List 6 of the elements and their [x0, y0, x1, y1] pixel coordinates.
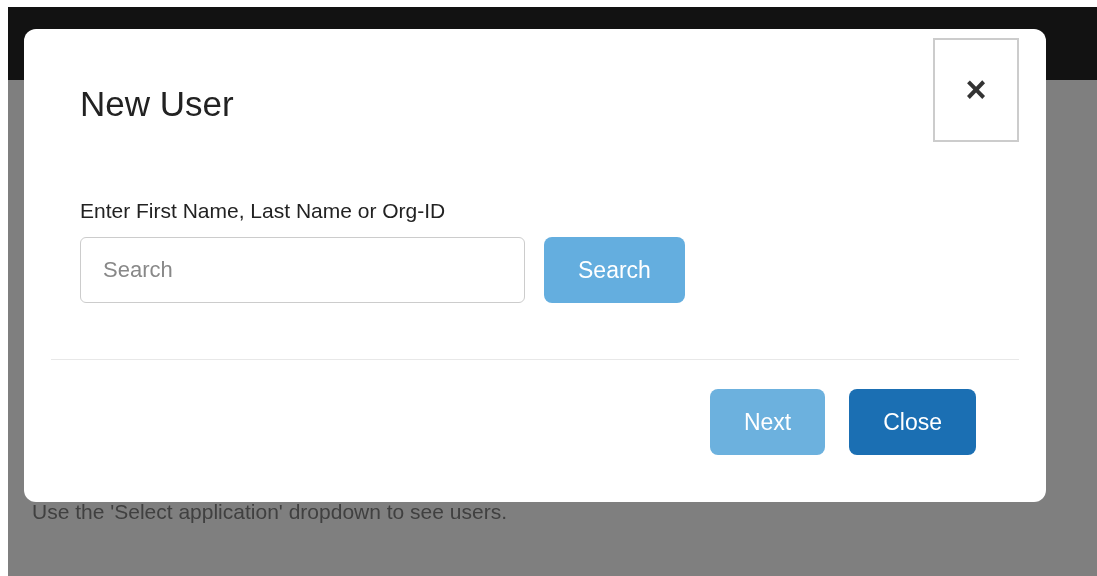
search-field[interactable]: Search	[80, 237, 525, 303]
close-button[interactable]: ×	[933, 38, 1019, 142]
hint-text: Use the 'Select application' dropdown to see users.	[32, 500, 508, 524]
field-label: Enter First Name, Last Name or Org-ID	[80, 199, 447, 223]
close-dialog-button[interactable]: Close	[849, 389, 976, 455]
modal-title: New User	[80, 84, 234, 124]
